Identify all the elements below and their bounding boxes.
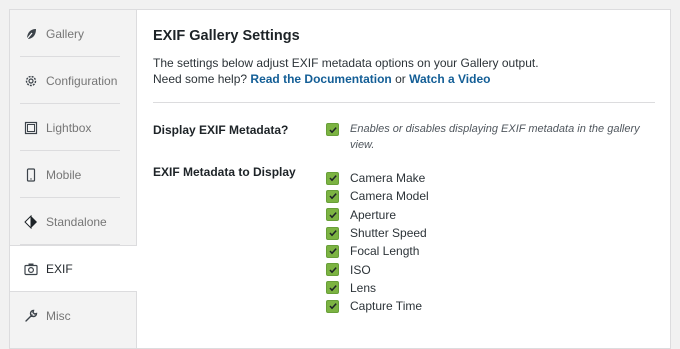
sidebar-item-exif[interactable]: EXIF — [10, 245, 137, 292]
standalone-icon — [24, 214, 38, 229]
sidebar-item-lightbox[interactable]: Lightbox — [10, 104, 136, 151]
sidebar-item-misc[interactable]: Misc — [10, 292, 136, 339]
sidebar-item-gallery[interactable]: Gallery — [10, 10, 136, 57]
page-title: EXIF Gallery Settings — [153, 28, 300, 44]
sidebar-item-mobile[interactable]: Mobile — [10, 151, 136, 198]
camera-make-label[interactable]: Camera Make — [350, 171, 425, 185]
aperture-label[interactable]: Aperture — [350, 208, 396, 222]
checkmark-icon — [328, 303, 337, 310]
checkmark-icon — [328, 248, 337, 255]
checkmark-icon — [328, 285, 337, 292]
gear-icon — [24, 74, 38, 88]
shutter-speed-checkbox[interactable] — [326, 226, 339, 240]
sidebar-item-label: Configuration — [46, 73, 118, 88]
watch-video-link[interactable]: Watch a Video — [409, 72, 490, 86]
description-text: The settings below adjust EXIF metadata … — [153, 56, 539, 70]
checkmark-icon — [328, 230, 337, 237]
camera-model-label[interactable]: Camera Model — [350, 189, 429, 203]
list-item: ISO — [326, 260, 429, 278]
list-item: Lens — [326, 279, 429, 297]
lightbox-icon — [24, 121, 38, 135]
list-item: Capture Time — [326, 297, 429, 315]
camera-make-checkbox[interactable] — [326, 171, 339, 185]
checkmark-icon — [328, 266, 337, 273]
focal-length-label[interactable]: Focal Length — [350, 244, 419, 258]
shutter-speed-label[interactable]: Shutter Speed — [350, 226, 427, 240]
focal-length-checkbox[interactable] — [326, 244, 339, 258]
leaf-icon — [24, 27, 38, 41]
sidebar-item-label: Mobile — [46, 167, 82, 182]
camera-icon — [24, 262, 38, 276]
sidebar-item-label: EXIF — [46, 261, 73, 276]
checkmark-icon — [328, 193, 337, 200]
sidebar-item-label: Standalone — [46, 214, 107, 229]
help-line: Need some help? Read the Documentation o… — [153, 71, 654, 87]
iso-label[interactable]: ISO — [350, 263, 371, 277]
sidebar-item-label: Lightbox — [46, 120, 92, 135]
display-exif-label: Display EXIF Metadata? — [153, 123, 289, 137]
mobile-icon — [24, 167, 38, 182]
display-exif-option: Enables or disables displaying EXIF meta… — [326, 123, 650, 153]
settings-content: EXIF Gallery Settings The settings below… — [137, 10, 670, 348]
display-exif-row: Display EXIF Metadata? Enables or disabl… — [153, 103, 654, 165]
camera-model-checkbox[interactable] — [326, 189, 339, 203]
sidebar-item-label: Misc — [46, 308, 71, 323]
list-item: Camera Model — [326, 187, 429, 205]
sidebar-item-configuration[interactable]: Configuration — [10, 57, 136, 104]
documentation-link[interactable]: Read the Documentation — [250, 72, 391, 86]
list-item: Aperture — [326, 206, 429, 224]
wrench-icon — [24, 309, 38, 323]
checkmark-icon — [328, 211, 337, 219]
iso-checkbox[interactable] — [326, 263, 339, 277]
list-item: Focal Length — [326, 242, 429, 260]
help-prefix: Need some help? — [153, 72, 248, 86]
exif-metadata-label: EXIF Metadata to Display — [153, 165, 296, 179]
settings-description: The settings below adjust EXIF metadata … — [153, 55, 654, 87]
lens-checkbox[interactable] — [326, 281, 339, 295]
list-item: Shutter Speed — [326, 224, 429, 242]
sidebar-item-standalone[interactable]: Standalone — [10, 198, 136, 245]
checkmark-icon — [328, 126, 337, 133]
display-exif-checkbox[interactable] — [326, 123, 339, 136]
capture-time-checkbox[interactable] — [326, 299, 339, 313]
checkmark-icon — [328, 175, 337, 182]
settings-sidebar: Gallery Configuration Lightbox Mobile St… — [10, 10, 137, 348]
list-item: Camera Make — [326, 169, 429, 187]
capture-time-label[interactable]: Capture Time — [350, 299, 422, 313]
sidebar-item-label: Gallery — [46, 26, 85, 41]
or-text: or — [395, 72, 406, 86]
aperture-checkbox[interactable] — [326, 208, 339, 222]
display-exif-hint: Enables or disables displaying EXIF meta… — [350, 123, 640, 151]
lens-label[interactable]: Lens — [350, 281, 376, 295]
exif-metadata-options: Camera Make Camera Model Aperture Shutte… — [326, 169, 429, 315]
settings-panel: Gallery Configuration Lightbox Mobile St… — [9, 9, 671, 349]
